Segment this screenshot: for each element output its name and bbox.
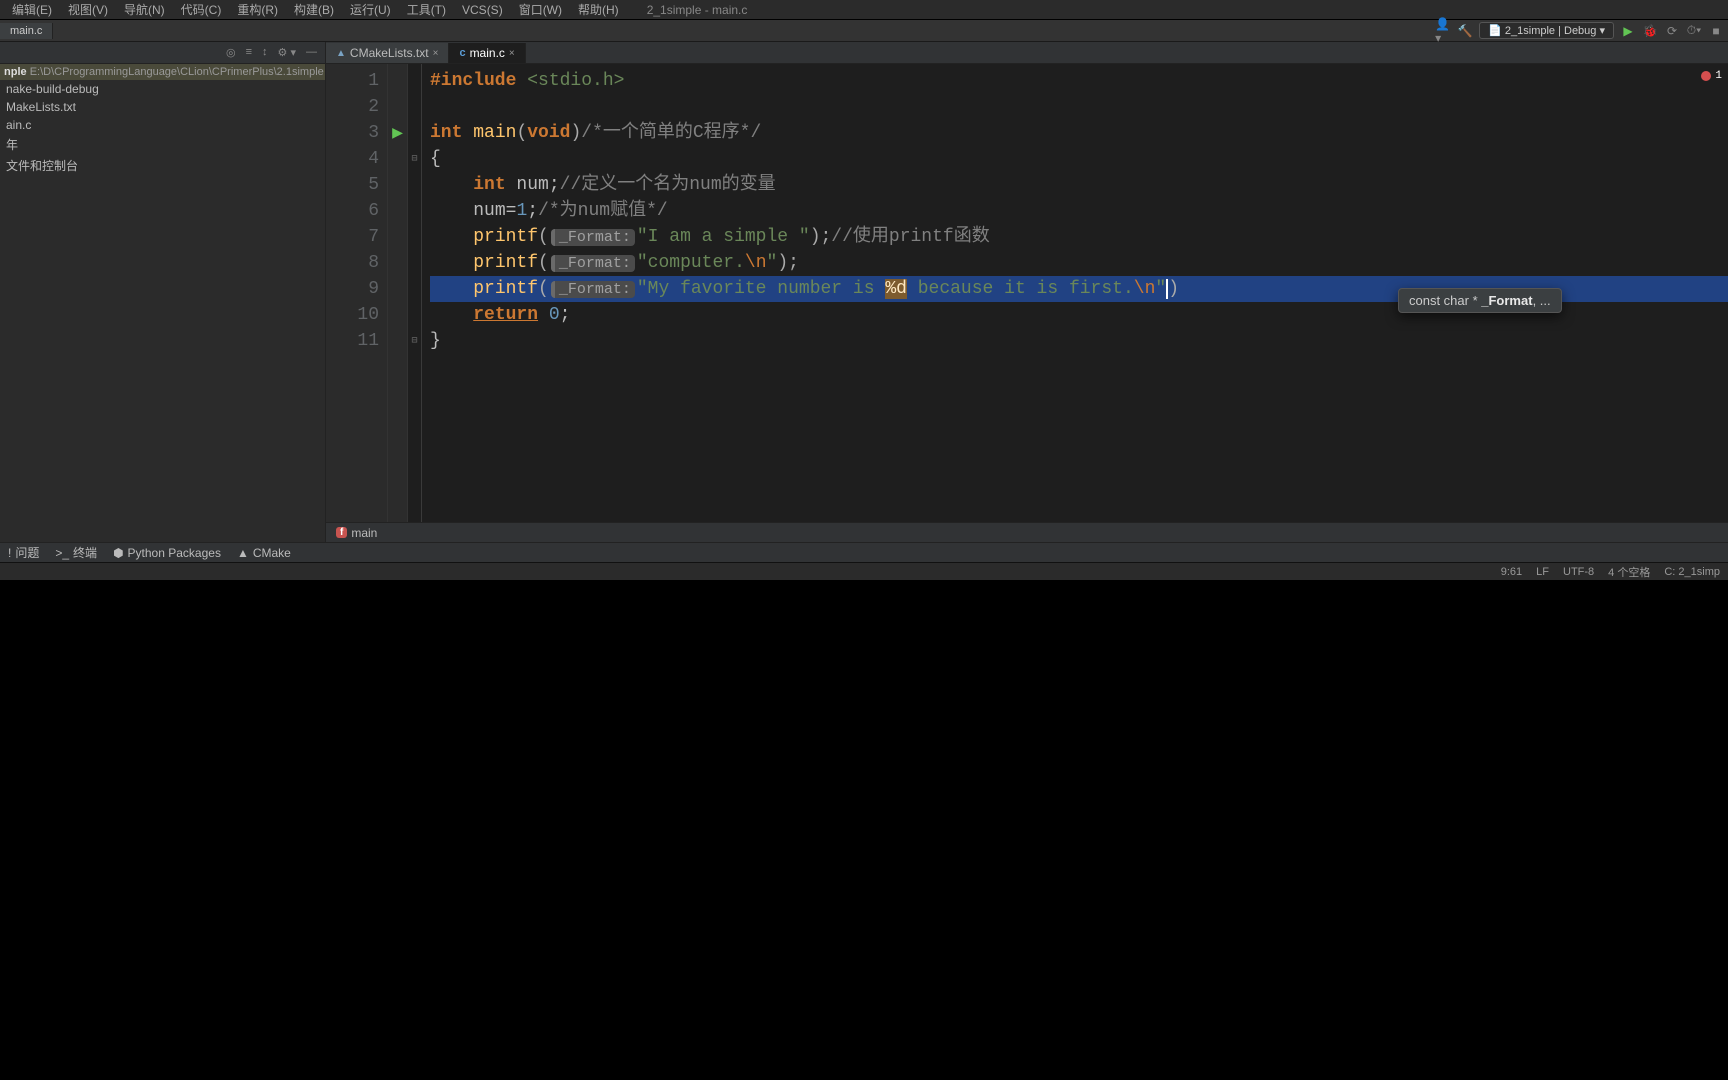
tab-cmakelists[interactable]: ▲ CMakeLists.txt × [326,43,449,63]
menu-tools[interactable]: 工具(T) [399,1,454,18]
terminal-tool[interactable]: >_终端 [55,544,97,561]
run-toolbar: 👤▾ 🔨 📄 2_1simple | Debug ▾ ▶ 🐞 ⟳ ⏱▾ ■ [1435,22,1728,39]
menu-help[interactable]: 帮助(H) [570,1,627,18]
menu-view[interactable]: 视图(V) [60,1,116,18]
tree-item[interactable]: ain.c [0,116,325,134]
menu-refactor[interactable]: 重构(R) [229,1,286,18]
menu-code[interactable]: 代码(C) [173,1,230,18]
open-file-tab[interactable]: main.c [0,23,53,39]
param-hint: _Format: [551,281,635,298]
menu-run[interactable]: 运行(U) [342,1,399,18]
status-bar: 9:61 LF UTF-8 4 个空格 C: 2_1simp [0,562,1728,580]
tree-item[interactable]: MakeLists.txt [0,98,325,116]
project-root[interactable]: nple E:\D\CProgrammingLanguage\CLion\CPr… [0,64,325,80]
tree-item[interactable]: 文件和控制台 [0,155,325,176]
run-line-icon[interactable]: ▶ [388,120,407,146]
bottom-tool-bar: !问题 >_终端 ⬢Python Packages ▲CMake [0,542,1728,562]
breadcrumb[interactable]: f main [326,522,1728,542]
python-packages-tool[interactable]: ⬢Python Packages [113,546,221,560]
error-indicator[interactable]: 1 [1701,70,1722,82]
fold-close-icon[interactable]: ⊟ [408,328,421,354]
fold-gutter: ⊟ ⊟ [408,64,422,522]
context-info[interactable]: C: 2_1simp [1664,566,1720,578]
target-icon[interactable]: ◎ [226,46,236,59]
cursor-position[interactable]: 9:61 [1501,566,1522,578]
stop-icon[interactable]: ■ [1708,23,1724,39]
close-icon[interactable]: × [509,48,515,59]
code-lines[interactable]: #include <stdio.h> int main(void)/*一个简单的… [422,64,1728,522]
run-icon[interactable]: ▶ [1620,23,1636,39]
tree-item[interactable]: 年 [0,134,325,155]
run-config-selector[interactable]: 📄 2_1simple | Debug ▾ [1479,22,1614,39]
bottom-black-area [0,580,1728,1080]
profile-icon[interactable]: ⏱▾ [1686,23,1702,39]
error-count: 1 [1715,70,1722,82]
run-config-label: 📄 2_1simple | Debug ▾ [1488,25,1605,37]
project-sidebar: ◎ ≡ ↕ ⚙ ▾ — nple E:\D\CProgrammingLangua… [0,42,326,542]
tab-label: main.c [470,46,505,60]
package-icon: ⬢ [113,546,123,560]
editor-tabs: ▲ CMakeLists.txt × c main.c × [326,42,1728,64]
code-area[interactable]: 1234 5678 91011 ▶ ⊟ ⊟ #include <stdio.h> [326,64,1728,522]
function-badge-icon: f [336,527,347,538]
menu-edit[interactable]: 编辑(E) [4,1,60,18]
c-file-icon: c [459,47,465,59]
project-root-name: nple [4,66,27,78]
warning-icon: ! [8,546,11,560]
debug-icon[interactable]: 🐞 [1642,23,1658,39]
line-number-gutter: 1234 5678 91011 [326,64,388,522]
menu-navigate[interactable]: 导航(N) [116,1,173,18]
menu-window[interactable]: 窗口(W) [511,1,570,18]
menu-build[interactable]: 构建(B) [286,1,342,18]
title-bar-project: 2_1simple - main.c [647,3,748,17]
user-icon[interactable]: 👤▾ [1435,23,1451,39]
sidebar-toolbar: ◎ ≡ ↕ ⚙ ▾ — [0,42,325,64]
cmake-icon: ▲ [336,48,346,59]
tab-main-c[interactable]: c main.c × [449,43,525,63]
param-hint: _Format: [551,255,635,272]
problems-tool[interactable]: !问题 [8,544,39,561]
menubar: 编辑(E) 视图(V) 导航(N) 代码(C) 重构(R) 构建(B) 运行(U… [0,0,1728,20]
error-dot-icon [1701,71,1711,81]
project-root-path: E:\D\CProgrammingLanguage\CLion\CPrimerP… [30,66,324,78]
menu-vcs[interactable]: VCS(S) [454,3,511,17]
hammer-icon[interactable]: 🔨 [1457,23,1473,39]
collapse-icon[interactable]: ≡ [246,46,252,59]
close-icon[interactable]: × [433,48,439,59]
settings-icon[interactable]: ⚙ ▾ [278,46,296,59]
tree-item[interactable]: nake-build-debug [0,80,325,98]
top-tab-bar: main.c 👤▾ 🔨 📄 2_1simple | Debug ▾ ▶ 🐞 ⟳ … [0,20,1728,42]
coverage-icon[interactable]: ⟳ [1664,23,1680,39]
param-hint: _Format: [551,229,635,246]
encoding[interactable]: UTF-8 [1563,566,1594,578]
parameter-info-tooltip: const char * _Format, ... [1398,288,1562,313]
editor-area: ▲ CMakeLists.txt × c main.c × 1234 5678 … [326,42,1728,542]
run-gutter: ▶ [388,64,408,522]
line-ending[interactable]: LF [1536,566,1549,578]
indent-info[interactable]: 4 个空格 [1608,564,1650,580]
hide-icon[interactable]: — [306,46,317,59]
cmake-tool[interactable]: ▲CMake [237,546,291,560]
terminal-icon: >_ [55,546,69,560]
tab-label: CMakeLists.txt [350,46,429,60]
main-row: ◎ ≡ ↕ ⚙ ▾ — nple E:\D\CProgrammingLangua… [0,42,1728,542]
fold-open-icon[interactable]: ⊟ [408,146,421,172]
expand-icon[interactable]: ↕ [262,46,268,59]
cmake-icon: ▲ [237,546,249,560]
breadcrumb-label: main [351,526,377,540]
